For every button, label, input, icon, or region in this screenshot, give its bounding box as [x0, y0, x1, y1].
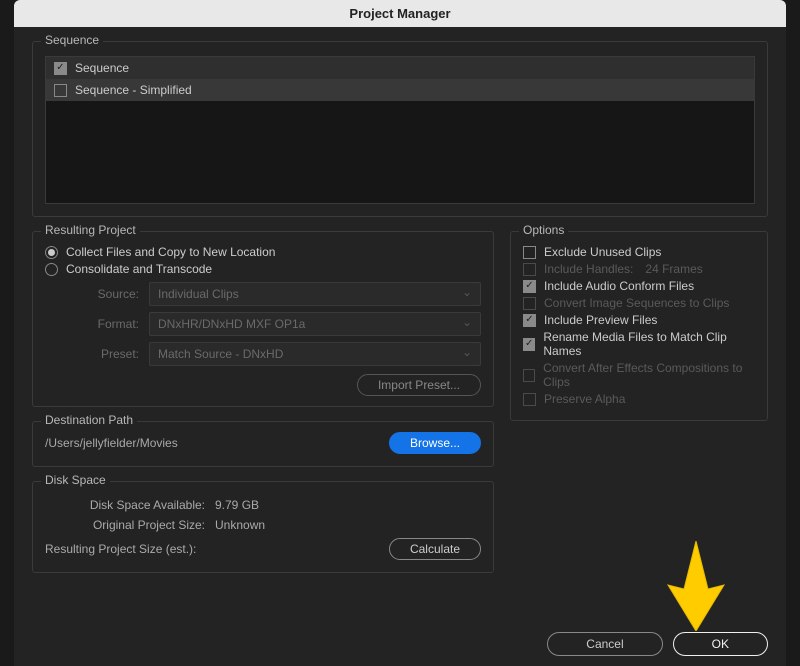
radio-label: Collect Files and Copy to New Location — [66, 245, 275, 259]
sequence-list[interactable]: Sequence Sequence - Simplified — [45, 56, 755, 204]
checkbox-icon[interactable] — [523, 246, 536, 259]
options-group: Options Exclude Unused Clips Include Han… — [510, 231, 768, 421]
calculate-button[interactable]: Calculate — [389, 538, 481, 560]
radio-icon[interactable] — [45, 263, 58, 276]
checkbox-icon[interactable] — [523, 338, 535, 351]
radio-consolidate-transcode[interactable]: Consolidate and Transcode — [45, 262, 481, 276]
sequence-group: Sequence Sequence Sequence - Simplified — [32, 41, 768, 217]
option-audio-conform[interactable]: Include Audio Conform Files — [523, 279, 755, 293]
disk-space-label: Disk Space — [41, 473, 110, 487]
options-label: Options — [519, 223, 568, 237]
option-label: Convert After Effects Compositions to Cl… — [543, 361, 755, 389]
checkbox-icon — [523, 393, 536, 406]
resulting-project-label: Resulting Project — [41, 223, 140, 237]
format-label: Format: — [69, 317, 139, 331]
option-label: Preserve Alpha — [544, 392, 625, 406]
destination-path: /Users/jellyfielder/Movies — [45, 436, 178, 450]
option-label: Exclude Unused Clips — [544, 245, 661, 259]
destination-group: Destination Path /Users/jellyfielder/Mov… — [32, 421, 494, 467]
disk-original-value: Unknown — [215, 518, 265, 532]
disk-available-label: Disk Space Available: — [45, 498, 215, 512]
option-label: Include Audio Conform Files — [544, 279, 694, 293]
preset-label: Preset: — [69, 347, 139, 361]
disk-available-value: 9.79 GB — [215, 498, 259, 512]
source-select: Individual Clips — [149, 282, 481, 306]
checkbox-icon — [523, 297, 536, 310]
option-label: Convert Image Sequences to Clips — [544, 296, 729, 310]
option-convert-image-seq: Convert Image Sequences to Clips — [523, 296, 755, 310]
dialog-footer: Cancel OK — [547, 632, 768, 656]
disk-original-label: Original Project Size: — [45, 518, 215, 532]
ok-button[interactable]: OK — [673, 632, 768, 656]
option-exclude-unused[interactable]: Exclude Unused Clips — [523, 245, 755, 259]
import-preset-button: Import Preset... — [357, 374, 481, 396]
source-label: Source: — [69, 287, 139, 301]
sequence-checkbox[interactable] — [54, 62, 67, 75]
checkbox-icon[interactable] — [523, 280, 536, 293]
sequence-label: Sequence — [41, 33, 103, 47]
browse-button[interactable]: Browse... — [389, 432, 481, 454]
sequence-row[interactable]: Sequence - Simplified — [46, 79, 754, 101]
cancel-button[interactable]: Cancel — [547, 632, 662, 656]
radio-collect-copy[interactable]: Collect Files and Copy to New Location — [45, 245, 481, 259]
radio-label: Consolidate and Transcode — [66, 262, 212, 276]
sequence-row-label: Sequence — [75, 61, 129, 75]
checkbox-icon — [523, 369, 535, 382]
dialog-title: Project Manager — [14, 0, 786, 27]
project-manager-dialog: Project Manager Sequence Sequence Sequen… — [14, 0, 786, 666]
option-preserve-alpha: Preserve Alpha — [523, 392, 755, 406]
disk-resulting-label: Resulting Project Size (est.): — [45, 542, 196, 556]
option-convert-ae: Convert After Effects Compositions to Cl… — [523, 361, 755, 389]
disk-space-group: Disk Space Disk Space Available: 9.79 GB… — [32, 481, 494, 573]
preset-select: Match Source - DNxHD — [149, 342, 481, 366]
checkbox-icon[interactable] — [523, 314, 536, 327]
radio-icon[interactable] — [45, 246, 58, 259]
option-label: Include Preview Files — [544, 313, 657, 327]
option-suffix: 24 Frames — [645, 262, 702, 276]
sequence-row-label: Sequence - Simplified — [75, 83, 192, 97]
sequence-checkbox[interactable] — [54, 84, 67, 97]
source-row: Source: Individual Clips — [69, 282, 481, 306]
checkbox-icon — [523, 263, 536, 276]
option-label: Rename Media Files to Match Clip Names — [543, 330, 755, 358]
option-rename-media[interactable]: Rename Media Files to Match Clip Names — [523, 330, 755, 358]
sequence-row[interactable]: Sequence — [46, 57, 754, 79]
format-select: DNxHR/DNxHD MXF OP1a — [149, 312, 481, 336]
resulting-project-group: Resulting Project Collect Files and Copy… — [32, 231, 494, 407]
option-preview-files[interactable]: Include Preview Files — [523, 313, 755, 327]
option-include-handles: Include Handles: 24 Frames — [523, 262, 755, 276]
option-label: Include Handles: — [544, 262, 633, 276]
preset-row: Preset: Match Source - DNxHD — [69, 342, 481, 366]
dialog-content: Sequence Sequence Sequence - Simplified … — [14, 27, 786, 597]
destination-label: Destination Path — [41, 413, 137, 427]
format-row: Format: DNxHR/DNxHD MXF OP1a — [69, 312, 481, 336]
